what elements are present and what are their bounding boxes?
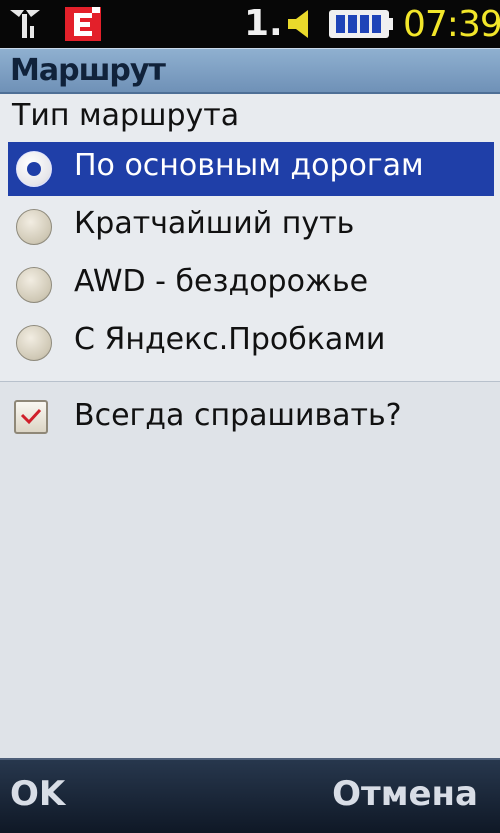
radio-selected-icon[interactable]	[16, 151, 52, 187]
always-ask-row[interactable]: Всегда спрашивать?	[8, 390, 494, 446]
radio-unselected-icon[interactable]	[16, 267, 52, 303]
option-label: По основным дорогам	[74, 148, 424, 183]
option-main-roads[interactable]: По основным дорогам	[8, 142, 494, 196]
cancel-button[interactable]: Отмена	[332, 774, 478, 814]
title-bar: Маршрут	[0, 48, 500, 94]
softkey-bar: OK Отмена	[0, 758, 500, 833]
status-bar: 1. 07:39	[0, 0, 500, 48]
checkbox-checked-icon[interactable]	[14, 400, 48, 434]
option-shortest-path[interactable]: Кратчайший путь	[8, 200, 494, 254]
option-label: С Яндекс.Пробками	[74, 322, 386, 357]
radio-unselected-icon[interactable]	[16, 209, 52, 245]
clock-time: 07:39	[403, 4, 500, 45]
section-label: Тип маршрута	[12, 98, 240, 133]
option-awd-offroad[interactable]: AWD - бездорожье	[8, 258, 494, 312]
sound-icon	[288, 10, 308, 38]
sim-number: 1.	[244, 3, 283, 44]
option-yandex-traffic[interactable]: С Яндекс.Пробками	[8, 316, 494, 370]
battery-icon	[329, 10, 393, 38]
option-label: AWD - бездорожье	[74, 264, 369, 299]
option-label: Кратчайший путь	[74, 206, 355, 241]
e-network-icon	[65, 7, 101, 41]
signal-antenna-icon	[10, 10, 40, 38]
page-title: Маршрут	[10, 53, 166, 88]
ok-button[interactable]: OK	[10, 774, 65, 814]
radio-unselected-icon[interactable]	[16, 325, 52, 361]
checkbox-label: Всегда спрашивать?	[74, 398, 402, 433]
